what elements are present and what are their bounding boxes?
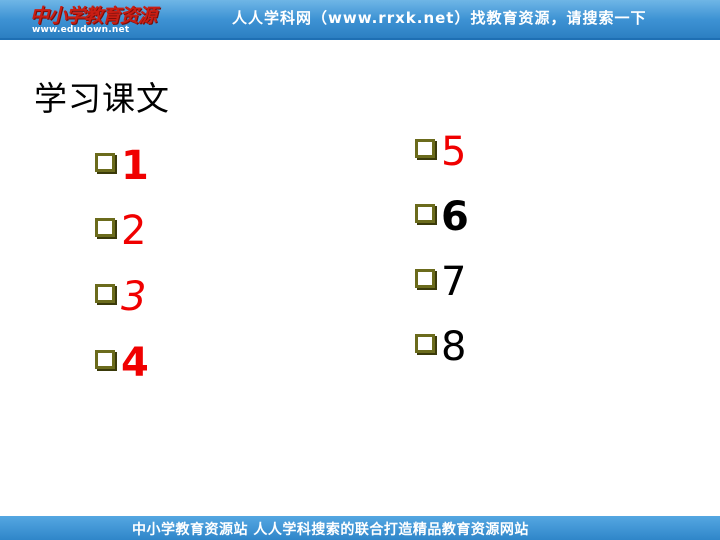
header-banner-text: 人人学科网（www.rrxk.net）找教育资源，请搜索一下 (232, 9, 647, 27)
square-bullet-icon (95, 350, 115, 369)
header-banner: 中小学教育资源 www.edudown.net 人人学科网（www.rrxk.n… (0, 0, 720, 38)
site-logo[interactable]: 中小学教育资源 www.edudown.net (8, 0, 158, 38)
item-label-8: 8 (441, 324, 467, 370)
logo-url: www.edudown.net (32, 25, 130, 35)
square-bullet-icon (415, 334, 435, 353)
square-bullet-icon (415, 269, 435, 288)
footer-banner: 中小学教育资源站 人人学科搜索的联合打造精品教育资源网站 (0, 516, 720, 540)
slide-title: 学习课文 (34, 79, 170, 118)
item-label-4: 4 (121, 340, 149, 386)
logo-text: 中小学教育资源 (30, 5, 157, 27)
square-bullet-icon (415, 139, 435, 158)
square-bullet-icon (95, 284, 115, 303)
item-label-5: 5 (441, 129, 467, 175)
item-label-1: 1 (121, 143, 149, 189)
square-bullet-icon (95, 218, 115, 237)
header-divider (0, 38, 720, 40)
item-label-7: 7 (441, 259, 467, 305)
square-bullet-icon (415, 204, 435, 223)
square-bullet-icon (95, 153, 115, 172)
footer-text: 中小学教育资源站 人人学科搜索的联合打造精品教育资源网站 (132, 522, 529, 538)
item-label-3: 3 (121, 274, 147, 320)
item-label-6: 6 (441, 194, 469, 240)
item-label-2: 2 (121, 208, 147, 254)
